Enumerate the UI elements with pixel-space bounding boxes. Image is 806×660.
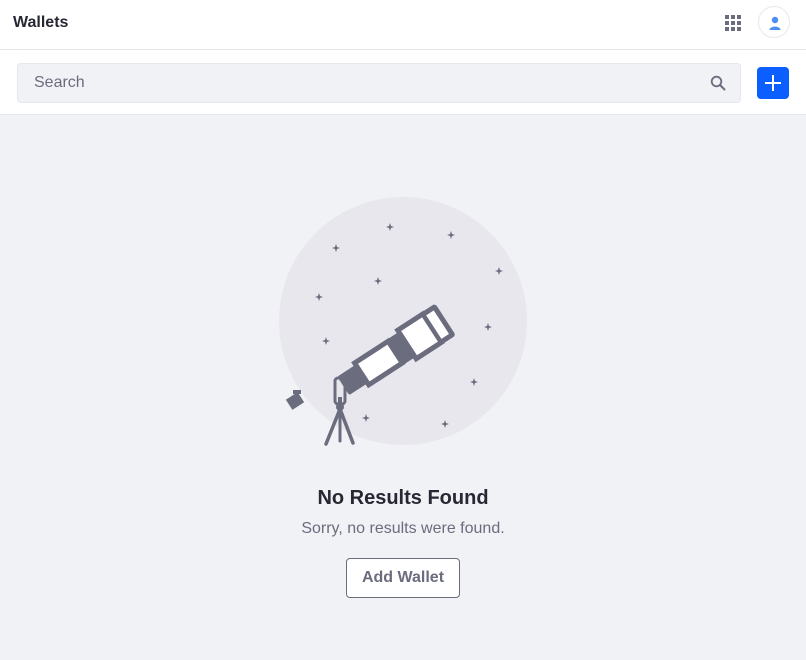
search-box bbox=[17, 63, 741, 103]
apps-menu-button[interactable] bbox=[722, 12, 744, 34]
telescope-stars-illustration bbox=[279, 197, 527, 446]
add-button[interactable] bbox=[757, 67, 789, 99]
management-toolbar bbox=[0, 50, 806, 115]
user-icon bbox=[769, 16, 781, 30]
empty-state-description: Sorry, no results were found. bbox=[301, 520, 505, 537]
empty-state-title: No Results Found bbox=[317, 487, 489, 509]
add-wallet-button[interactable]: Add Wallet bbox=[346, 558, 460, 598]
empty-state-illustration bbox=[279, 197, 529, 447]
top-navbar: Wallets bbox=[0, 0, 806, 50]
search-input[interactable] bbox=[18, 64, 698, 102]
search-icon[interactable] bbox=[710, 75, 726, 91]
page-title: Wallets bbox=[13, 14, 69, 31]
user-avatar-button[interactable] bbox=[758, 6, 790, 38]
apps-grid-icon bbox=[725, 15, 741, 31]
plus-icon bbox=[765, 75, 781, 91]
